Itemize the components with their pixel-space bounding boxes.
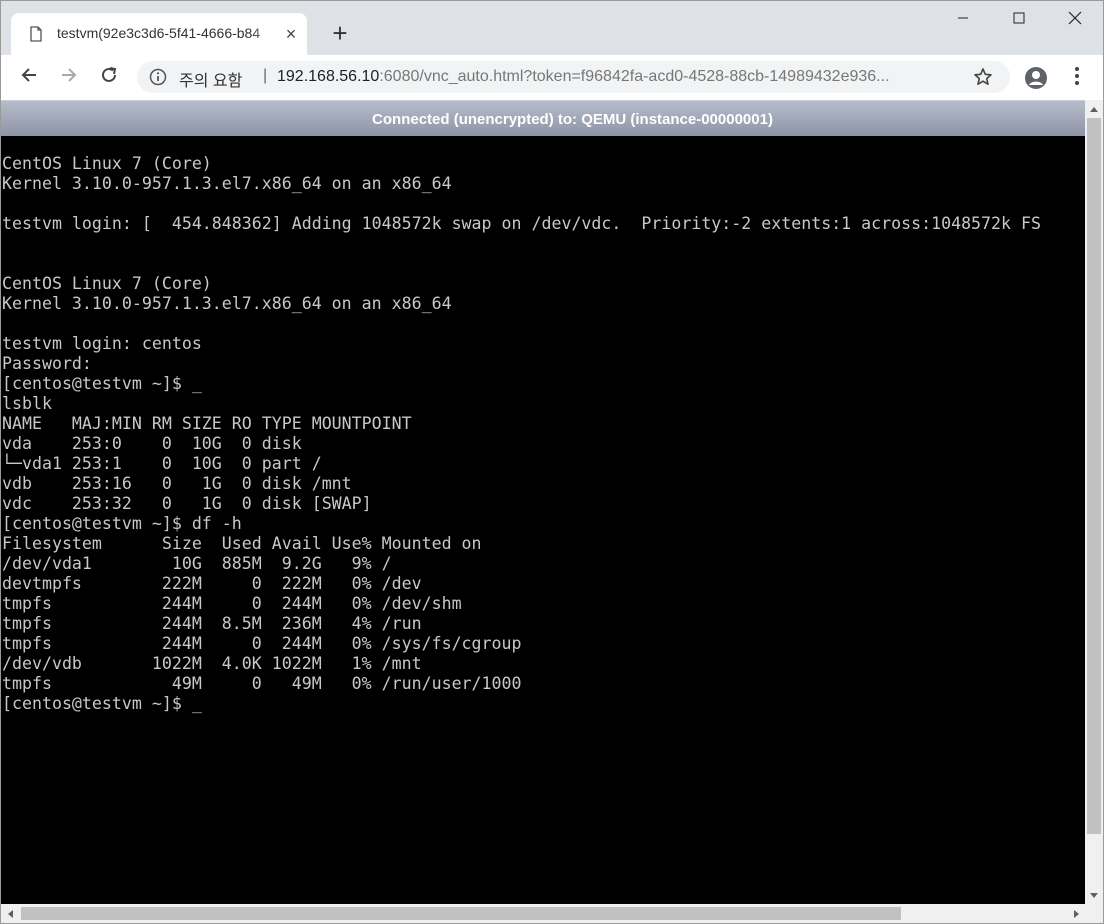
scroll-right-arrow-icon[interactable] [1068, 904, 1085, 923]
vnc-status-bar: Connected (unencrypted) to: QEMU (instan… [1, 100, 1103, 137]
horizontal-scroll-thumb[interactable] [21, 907, 901, 920]
browser-window: testvm(92e3c3d6-5f41-4666-b84 × + 주의 요함 … [0, 0, 1104, 924]
separator: | [263, 67, 268, 84]
scroll-up-arrow-icon[interactable] [1085, 100, 1103, 117]
kebab-menu-icon [1074, 66, 1080, 91]
back-button[interactable] [14, 62, 44, 92]
reload-button[interactable] [94, 62, 124, 92]
terminal-line: devtmpfs 222M 0 222M 0% /dev [2, 574, 422, 593]
terminal-line: Kernel 3.10.0-957.1.3.el7.x86_64 on an x… [2, 294, 452, 313]
terminal-line: CentOS Linux 7 (Core) [2, 154, 212, 173]
new-tab-button[interactable]: + [327, 20, 353, 47]
terminal-line: tmpfs 49M 0 49M 0% /run/user/1000 [2, 674, 522, 693]
minimize-icon [957, 11, 969, 29]
terminal-line: testvm login: centos [2, 334, 202, 353]
info-icon[interactable] [149, 68, 167, 86]
terminal-output: CentOS Linux 7 (Core) Kernel 3.10.0-957.… [2, 154, 1041, 714]
terminal-line: /dev/vda1 10G 885M 9.2G 9% / [2, 554, 392, 573]
menu-button[interactable] [1067, 66, 1087, 90]
url-host: 192.168.56.10 [277, 68, 380, 85]
browser-tab[interactable]: testvm(92e3c3d6-5f41-4666-b84 × [11, 13, 307, 55]
back-arrow-icon [20, 66, 38, 89]
vertical-scrollbar[interactable] [1085, 100, 1103, 904]
terminal-line: CentOS Linux 7 (Core) [2, 274, 212, 293]
terminal-line: testvm login: [ 454.848362] Adding 10485… [2, 214, 1041, 233]
terminal-line: └─vda1 253:1 0 10G 0 part / [2, 454, 322, 473]
security-label[interactable]: 주의 요함 [179, 67, 242, 91]
terminal-line: Filesystem Size Used Avail Use% Mounted … [2, 534, 482, 553]
terminal-line: Password: [2, 354, 92, 373]
minimize-button[interactable] [935, 1, 991, 39]
vnc-console[interactable]: CentOS Linux 7 (Core) Kernel 3.10.0-957.… [1, 136, 1085, 904]
reload-icon [100, 66, 118, 89]
terminal-line: Kernel 3.10.0-957.1.3.el7.x86_64 on an x… [2, 174, 452, 193]
document-icon [28, 26, 44, 42]
close-tab-button[interactable]: × [281, 24, 301, 44]
scrollbar-corner [1085, 904, 1103, 923]
maximize-icon [1013, 11, 1025, 29]
terminal-line: tmpfs 244M 8.5M 236M 4% /run [2, 614, 422, 633]
forward-button[interactable] [54, 62, 84, 92]
profile-icon [1024, 67, 1048, 94]
forward-arrow-icon [60, 66, 78, 89]
close-window-button[interactable] [1047, 1, 1103, 39]
terminal-prompt: [centos@testvm ~]$ [2, 694, 192, 713]
terminal-line: vda 253:0 0 10G 0 disk [2, 434, 302, 453]
horizontal-scrollbar[interactable] [1, 904, 1085, 923]
terminal-line: /dev/vdb 1022M 4.0K 1022M 1% /mnt [2, 654, 422, 673]
url-path: :6080/vnc_auto.html?token=f96842fa-acd0-… [379, 68, 877, 85]
terminal-line: lsblk [2, 394, 52, 413]
maximize-button[interactable] [991, 1, 1047, 39]
terminal-cursor: _ [191, 694, 202, 713]
terminal-line: [centos@testvm ~]$ _ [2, 374, 202, 393]
address-bar[interactable]: 주의 요함 | 192.168.56.10:6080/vnc_auto.html… [137, 61, 1010, 93]
url-ellipsis: ... [876, 68, 890, 85]
terminal-line: [centos@testvm ~]$ df -h [2, 514, 242, 533]
vertical-scroll-thumb[interactable] [1087, 118, 1101, 834]
url-text[interactable]: 192.168.56.10:6080/vnc_auto.html?token=f… [277, 68, 957, 88]
tab-title: testvm(92e3c3d6-5f41-4666-b84 [57, 25, 261, 41]
vnc-status-text: Connected (unencrypted) to: QEMU (instan… [372, 111, 773, 128]
browser-toolbar: 주의 요함 | 192.168.56.10:6080/vnc_auto.html… [1, 55, 1103, 99]
terminal-line: tmpfs 244M 0 244M 0% /sys/fs/cgroup [2, 634, 522, 653]
close-icon [1068, 11, 1082, 30]
scroll-left-arrow-icon[interactable] [1, 904, 18, 923]
terminal-line: tmpfs 244M 0 244M 0% /dev/shm [2, 594, 462, 613]
star-icon[interactable] [973, 67, 993, 87]
terminal-line: vdc 253:32 0 1G 0 disk [SWAP] [2, 494, 372, 513]
profile-button[interactable] [1024, 66, 1048, 90]
terminal-line: NAME MAJ:MIN RM SIZE RO TYPE MOUNTPOINT [2, 414, 412, 433]
scroll-down-arrow-icon[interactable] [1085, 887, 1103, 904]
tab-strip: testvm(92e3c3d6-5f41-4666-b84 × + [1, 1, 1103, 55]
terminal-line: vdb 253:16 0 1G 0 disk /mnt [2, 474, 352, 493]
